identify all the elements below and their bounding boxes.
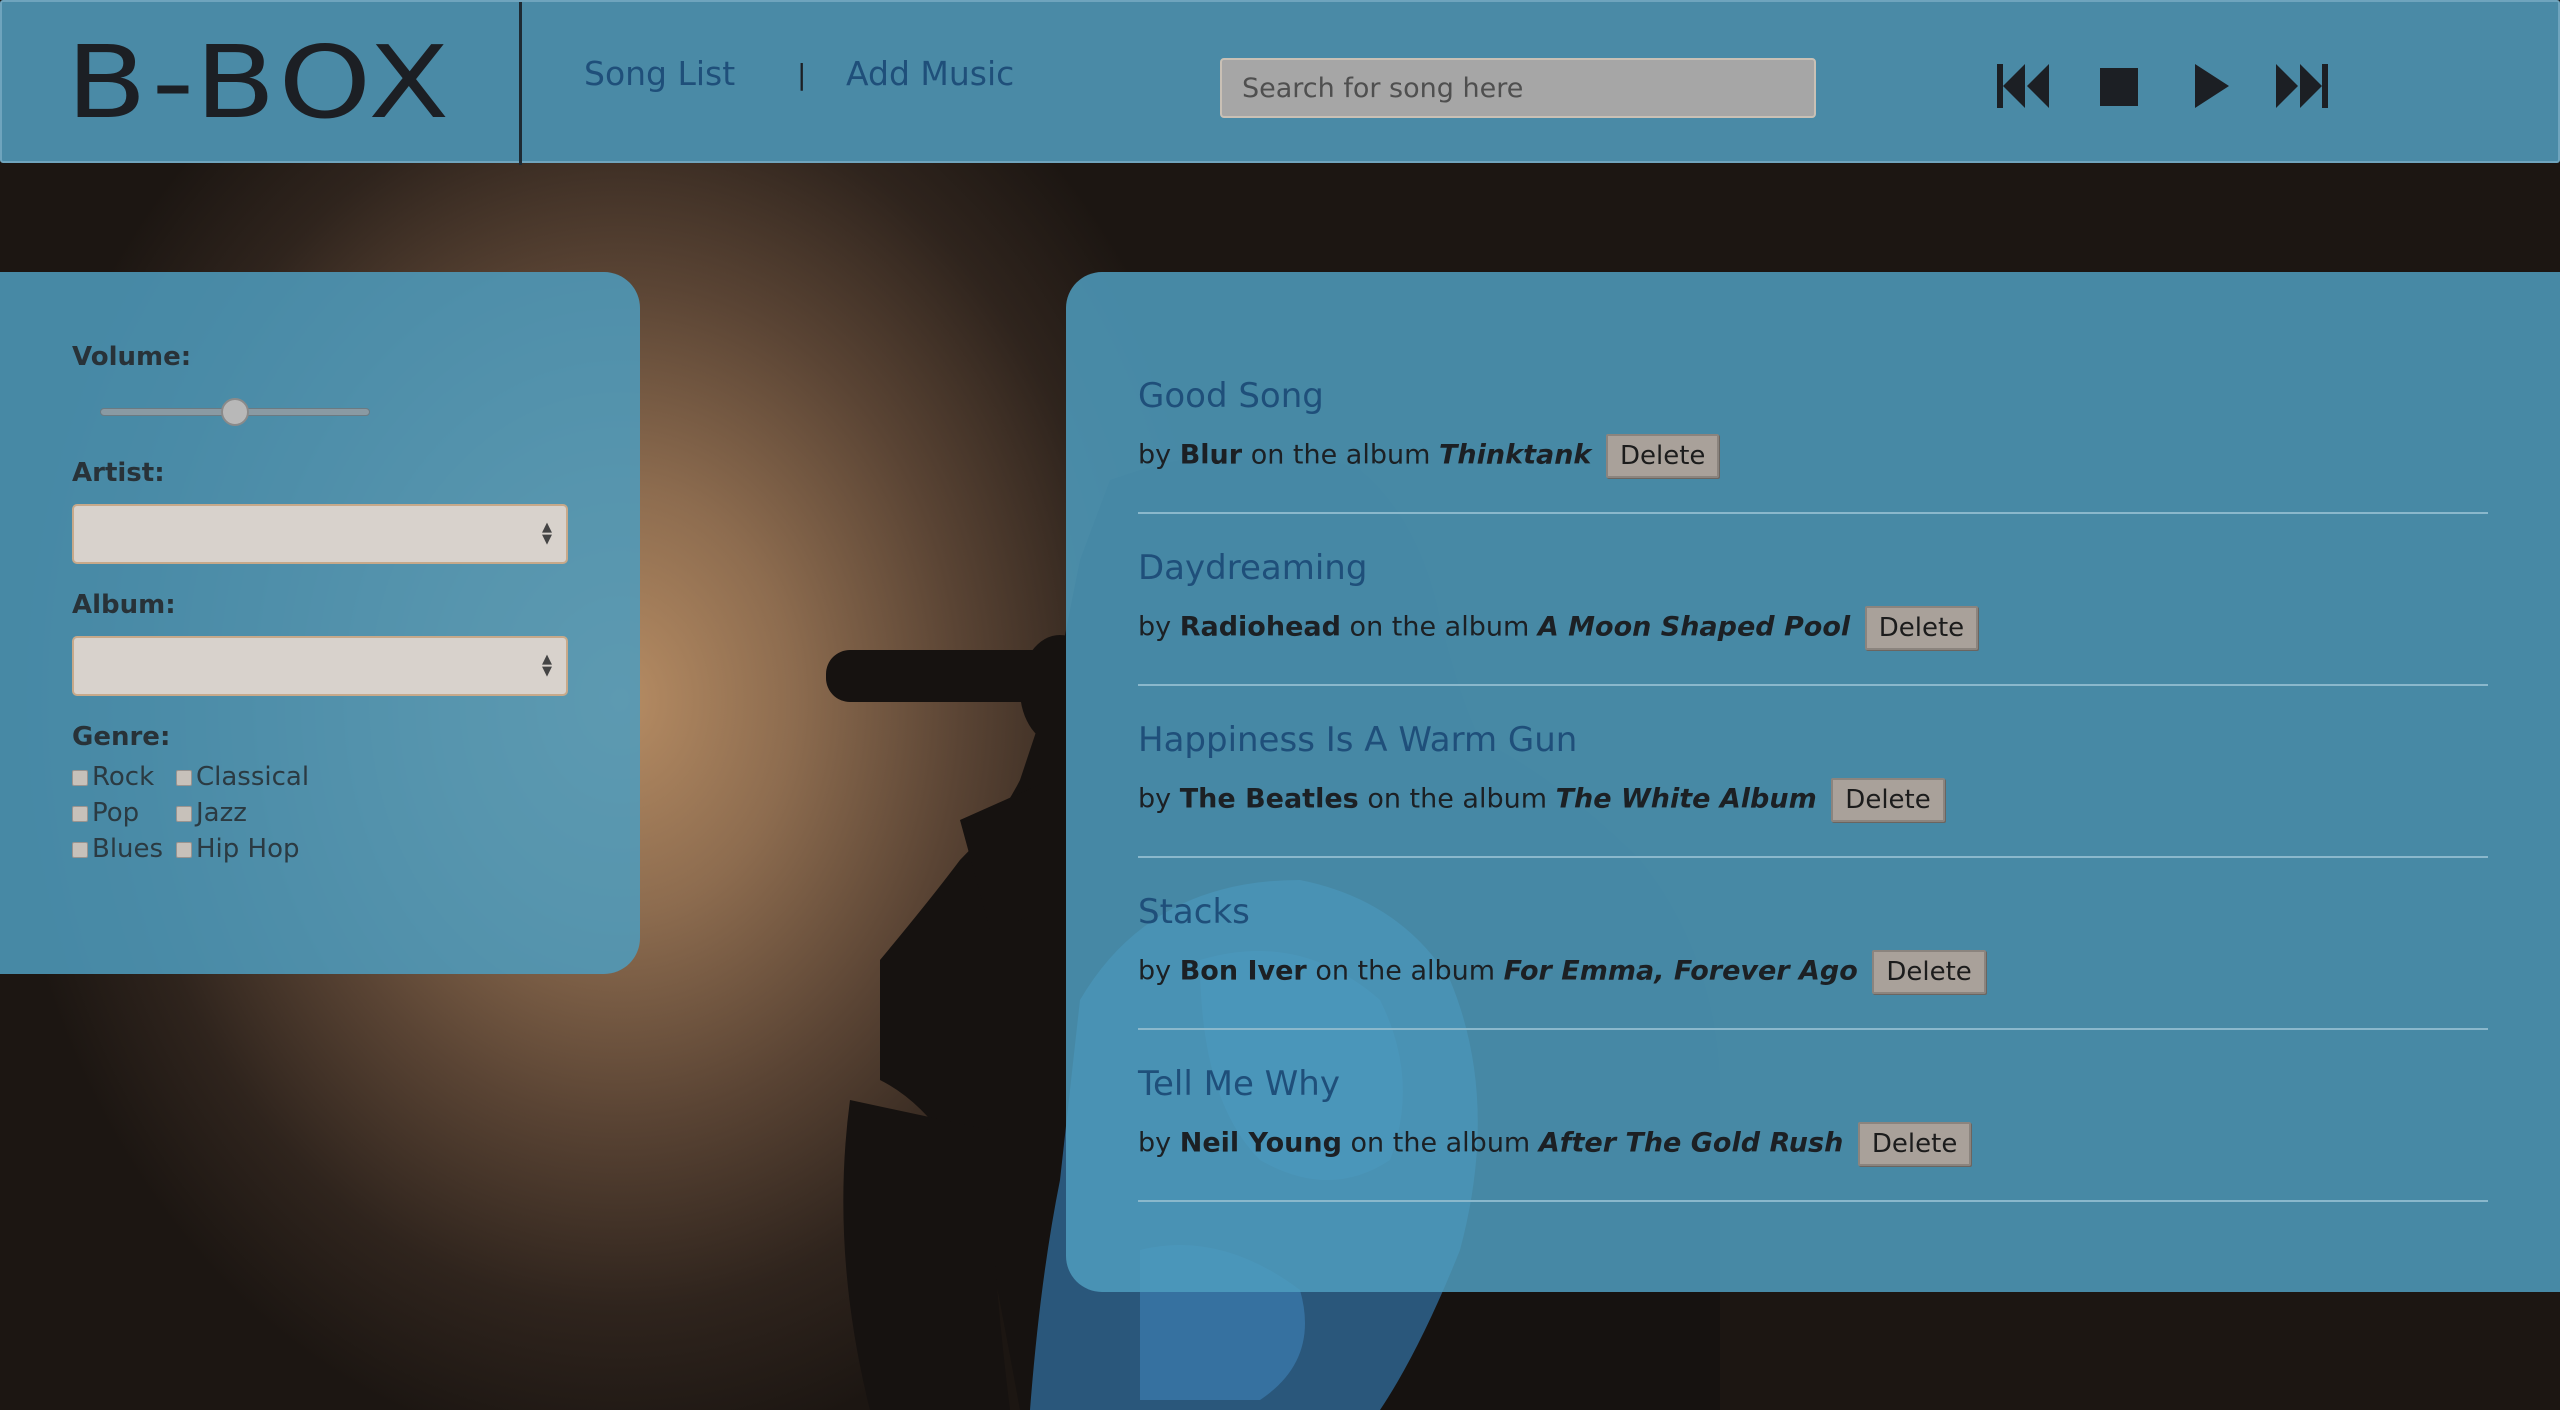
- song-row: Good Song by Blur on the album Thinktank…: [1138, 342, 2488, 514]
- genre-rock[interactable]: Rock: [72, 762, 154, 792]
- stop-icon[interactable]: [2092, 62, 2148, 110]
- song-row: Tell Me Why by Neil Young on the album A…: [1138, 1030, 2488, 1202]
- volume-slider-thumb[interactable]: [221, 398, 249, 426]
- checkbox[interactable]: [72, 841, 88, 858]
- song-artist: Blur: [1179, 439, 1243, 471]
- album-label: Album:: [72, 590, 176, 620]
- genre-hip-hop[interactable]: Hip Hop: [176, 834, 300, 864]
- album-select[interactable]: ▲ ▼: [72, 636, 568, 696]
- song-row: Daydreaming by Radiohead on the album A …: [1138, 514, 2488, 686]
- nav-add-music[interactable]: Add Music: [846, 54, 1014, 93]
- song-album: After The Gold Rush: [1538, 1127, 1844, 1159]
- nav-separator: |: [797, 58, 807, 91]
- search-input[interactable]: [1220, 58, 1816, 118]
- song-album: The White Album: [1555, 783, 1817, 815]
- volume-label: Volume:: [72, 342, 192, 372]
- play-icon[interactable]: [2185, 62, 2241, 110]
- select-arrows-icon: ▲ ▼: [542, 520, 552, 547]
- song-artist: Radiohead: [1179, 611, 1341, 643]
- song-artist: Neil Young: [1179, 1127, 1342, 1159]
- delete-button[interactable]: Delete: [1831, 778, 1945, 822]
- genre-classical[interactable]: Classical: [176, 762, 309, 792]
- genre-jazz[interactable]: Jazz: [176, 798, 247, 828]
- song-title[interactable]: Daydreaming: [1138, 548, 1367, 588]
- app-logo[interactable]: B-BOX: [66, 24, 454, 141]
- song-meta: by Neil Young on the album After The Gol…: [1138, 1122, 1972, 1166]
- checkbox[interactable]: [72, 769, 88, 786]
- song-meta: by Blur on the album Thinktank Delete: [1138, 434, 1720, 478]
- checkbox[interactable]: [176, 805, 192, 822]
- delete-button[interactable]: Delete: [1864, 606, 1979, 650]
- checkbox[interactable]: [176, 769, 192, 786]
- delete-button[interactable]: Delete: [1857, 1122, 1972, 1166]
- genre-label: Genre:: [72, 722, 171, 752]
- song-album: For Emma, Forever Ago: [1503, 955, 1858, 987]
- filter-panel: Volume: Artist: ▲ ▼ Album: ▲ ▼ Genre: Rock…: [0, 272, 640, 974]
- song-row: Stacks by Bon Iver on the album For Emma…: [1138, 858, 2488, 1030]
- delete-button[interactable]: Delete: [1872, 950, 1986, 994]
- song-meta: by Bon Iver on the album For Emma, Forev…: [1138, 950, 1986, 994]
- song-album: Thinktank: [1439, 439, 1592, 471]
- song-artist: Bon Iver: [1179, 955, 1307, 987]
- song-album: A Moon Shaped Pool: [1537, 611, 1851, 643]
- song-title[interactable]: Tell Me Why: [1138, 1064, 1340, 1104]
- next-icon[interactable]: [2274, 62, 2330, 110]
- delete-button[interactable]: Delete: [1605, 434, 1720, 478]
- genre-blues[interactable]: Blues: [72, 834, 163, 864]
- song-artist: The Beatles: [1179, 783, 1359, 815]
- genre-pop[interactable]: Pop: [72, 798, 139, 828]
- song-title[interactable]: Good Song: [1138, 376, 1324, 416]
- top-bar: B-BOX Song List | Add Music: [0, 0, 2560, 165]
- song-meta: by The Beatles on the album The White Al…: [1138, 778, 1945, 822]
- song-row: Happiness Is A Warm Gun by The Beatles o…: [1138, 686, 2488, 858]
- song-title[interactable]: Stacks: [1138, 892, 1250, 932]
- header-divider: [519, 2, 522, 165]
- song-meta: by Radiohead on the album A Moon Shaped …: [1138, 606, 1979, 650]
- artist-label: Artist:: [72, 458, 165, 488]
- checkbox[interactable]: [72, 805, 88, 822]
- artist-select[interactable]: ▲ ▼: [72, 504, 568, 564]
- song-title[interactable]: Happiness Is A Warm Gun: [1138, 720, 1577, 760]
- previous-icon[interactable]: [1995, 62, 2051, 110]
- select-arrows-icon: ▲ ▼: [542, 652, 552, 679]
- song-list-panel: Good Song by Blur on the album Thinktank…: [1066, 272, 2560, 1292]
- checkbox[interactable]: [176, 841, 192, 858]
- nav-song-list[interactable]: Song List: [584, 54, 735, 93]
